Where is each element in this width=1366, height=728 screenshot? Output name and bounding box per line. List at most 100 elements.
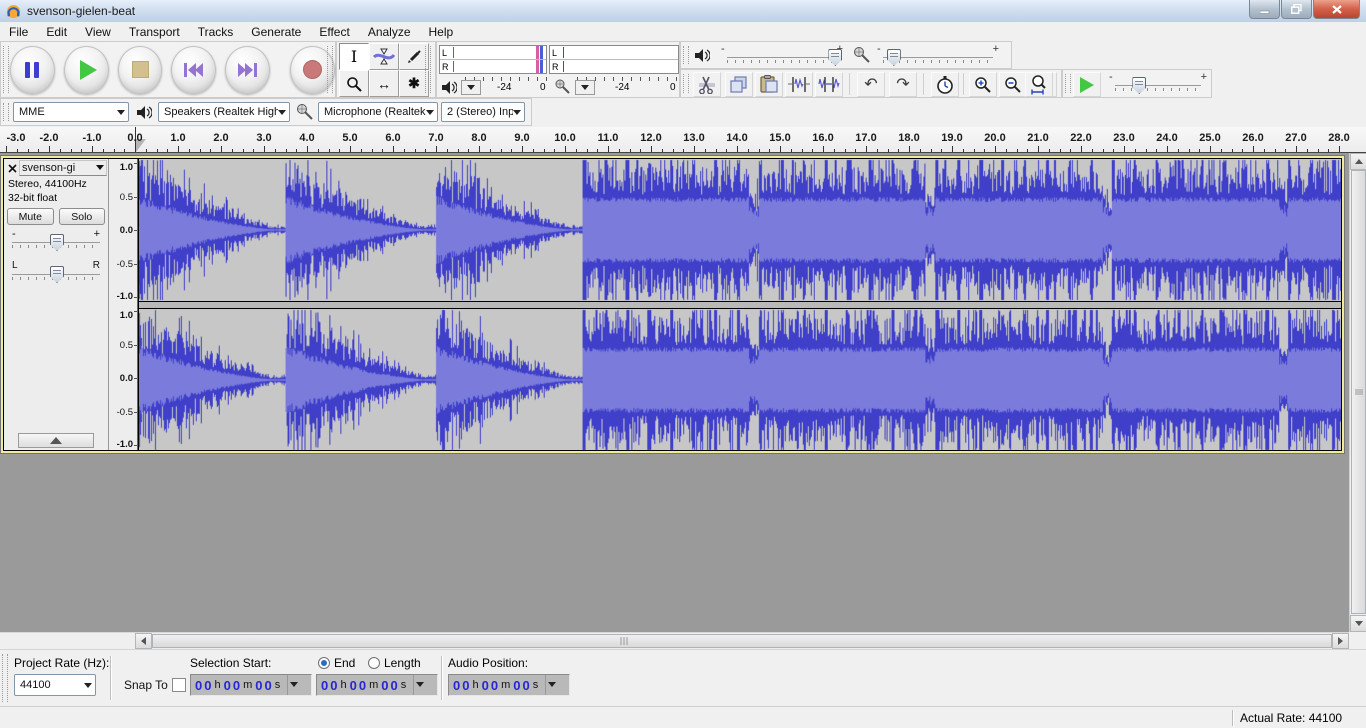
audio-host-dropdown[interactable]: MME xyxy=(13,102,129,122)
timeline-label: 19.0 xyxy=(937,132,967,144)
horizontal-scroll-thumb[interactable] xyxy=(152,634,1332,648)
playback-device-dropdown[interactable]: Speakers (Realtek High xyxy=(158,102,290,122)
timeline-tick xyxy=(1156,149,1157,152)
menu-item-analyze[interactable]: Analyze xyxy=(359,23,420,41)
scroll-right-button[interactable] xyxy=(1332,633,1349,649)
redo-button[interactable]: ↷ xyxy=(889,72,917,97)
input-volume-thumb[interactable] xyxy=(887,49,901,66)
menu-item-edit[interactable]: Edit xyxy=(37,23,76,41)
playback-meter[interactable]: L R xyxy=(439,45,547,74)
zoom-in-button[interactable] xyxy=(969,72,997,97)
waveform-display[interactable] xyxy=(138,159,1341,450)
copy-button[interactable] xyxy=(725,72,753,97)
timeline-ruler[interactable]: -3.0-2.0-1.00.01.02.03.04.05.06.07.08.09… xyxy=(0,127,1366,153)
recording-channels-dropdown[interactable]: 2 (Stereo) Inp xyxy=(441,102,525,122)
time-unit: s xyxy=(275,679,281,691)
audio-position-field[interactable]: 00h00m00s xyxy=(448,674,570,696)
timefield-dropdown[interactable] xyxy=(413,675,426,695)
play-speed-thumb[interactable] xyxy=(1132,77,1146,94)
selection-end-field[interactable]: 00h00m00s xyxy=(316,674,438,696)
time-unit: m xyxy=(501,679,510,691)
vertical-scroll-thumb[interactable] xyxy=(1351,170,1366,614)
playback-meter-dropdown[interactable] xyxy=(461,80,481,95)
menu-item-generate[interactable]: Generate xyxy=(242,23,310,41)
skip-to-end-button[interactable] xyxy=(225,46,270,94)
toolbar-grip[interactable] xyxy=(683,46,689,64)
selection-start-field[interactable]: 00h00m00s xyxy=(190,674,312,696)
toolbar-grip[interactable] xyxy=(3,46,9,93)
toolbar-grip[interactable] xyxy=(683,74,689,93)
waveform-channel-right[interactable] xyxy=(138,309,1341,450)
track-gain-slider[interactable]: - + xyxy=(10,231,102,257)
minimize-button[interactable] xyxy=(1249,0,1280,19)
toolbar-grip[interactable] xyxy=(425,46,431,93)
toolbar-grip[interactable] xyxy=(3,103,9,121)
undo-button[interactable]: ↶ xyxy=(857,72,885,97)
slider-track xyxy=(1115,85,1201,86)
close-button[interactable] xyxy=(1313,0,1360,19)
track-pan-slider[interactable]: L R xyxy=(10,263,102,289)
skip-to-start-button[interactable] xyxy=(171,46,216,94)
play-speed-slider[interactable]: - + xyxy=(1109,73,1207,95)
horizontal-scrollbar[interactable] xyxy=(0,632,1349,649)
timeline-tick xyxy=(71,149,72,152)
menu-item-tracks[interactable]: Tracks xyxy=(189,23,243,41)
restore-button[interactable] xyxy=(1281,0,1312,19)
track-area[interactable]: svenson-gi Stereo, 44100Hz 32-bit float … xyxy=(0,153,1366,632)
scroll-left-button[interactable] xyxy=(135,633,152,649)
solo-button[interactable]: Solo xyxy=(59,208,106,225)
gain-thumb[interactable] xyxy=(50,234,64,251)
toolbar-grip[interactable] xyxy=(2,654,8,702)
scroll-up-button[interactable] xyxy=(1350,153,1366,170)
menu-item-transport[interactable]: Transport xyxy=(120,23,189,41)
scroll-down-button[interactable] xyxy=(1350,615,1366,632)
sync-lock-button[interactable] xyxy=(931,72,959,97)
pan-thumb[interactable] xyxy=(50,266,64,283)
play-button[interactable] xyxy=(64,46,109,94)
trim-audio-button[interactable] xyxy=(785,72,813,97)
timefield-dropdown[interactable] xyxy=(287,675,300,695)
pause-button[interactable] xyxy=(10,46,55,94)
play-at-speed-button[interactable] xyxy=(1073,72,1101,97)
track-close-button[interactable] xyxy=(6,162,18,174)
stop-button[interactable] xyxy=(118,46,163,94)
zoom-out-button[interactable] xyxy=(999,72,1027,97)
paste-button[interactable] xyxy=(755,72,783,97)
selection-tool-button[interactable]: I xyxy=(339,43,369,70)
output-volume-slider[interactable]: - + xyxy=(721,45,843,67)
end-radio[interactable]: End xyxy=(318,656,355,670)
menu-item-view[interactable]: View xyxy=(76,23,120,41)
silence-audio-button[interactable] xyxy=(815,72,843,97)
mute-button[interactable]: Mute xyxy=(7,208,54,225)
input-volume-slider[interactable]: - + xyxy=(877,45,999,67)
envelope-tool-button[interactable] xyxy=(369,43,399,70)
recording-device-dropdown[interactable]: Microphone (Realtek Hig xyxy=(318,102,438,122)
vertical-scrollbar[interactable] xyxy=(1349,153,1366,632)
length-radio[interactable]: Length xyxy=(368,656,421,670)
track-menu-button[interactable]: svenson-gi xyxy=(19,160,107,176)
menu-item-file[interactable]: File xyxy=(0,23,37,41)
menu-item-help[interactable]: Help xyxy=(420,23,463,41)
snap-to-checkbox[interactable] xyxy=(172,678,186,692)
ruler-tick xyxy=(134,445,137,446)
time-digit: 0 xyxy=(264,678,271,693)
project-rate-dropdown[interactable]: 44100 xyxy=(14,674,96,696)
vertical-ruler[interactable]: 1.00.50.0-0.5-1.01.00.50.0-0.5-1.0 xyxy=(109,159,138,450)
title-bar[interactable]: svenson-gielen-beat xyxy=(0,0,1366,23)
recording-meter[interactable]: L R xyxy=(549,45,679,74)
timeline-tick xyxy=(81,149,82,152)
cut-button[interactable] xyxy=(693,72,721,97)
fit-project-button[interactable] xyxy=(1025,72,1053,97)
timeline-tick xyxy=(339,149,340,152)
timeline-label: 25.0 xyxy=(1195,132,1225,144)
toolbar-grip[interactable] xyxy=(1065,74,1071,93)
recording-meter-dropdown[interactable] xyxy=(575,80,595,95)
timefield-dropdown[interactable] xyxy=(545,675,558,695)
track-collapse-button[interactable] xyxy=(18,433,94,448)
time-shift-tool-button[interactable]: ↔ xyxy=(369,70,399,97)
menu-item-effect[interactable]: Effect xyxy=(310,23,358,41)
output-volume-thumb[interactable] xyxy=(828,49,842,66)
waveform-channel-left[interactable] xyxy=(138,159,1341,301)
zoom-tool-button[interactable] xyxy=(339,70,369,97)
toolbar-grip[interactable] xyxy=(327,46,333,93)
